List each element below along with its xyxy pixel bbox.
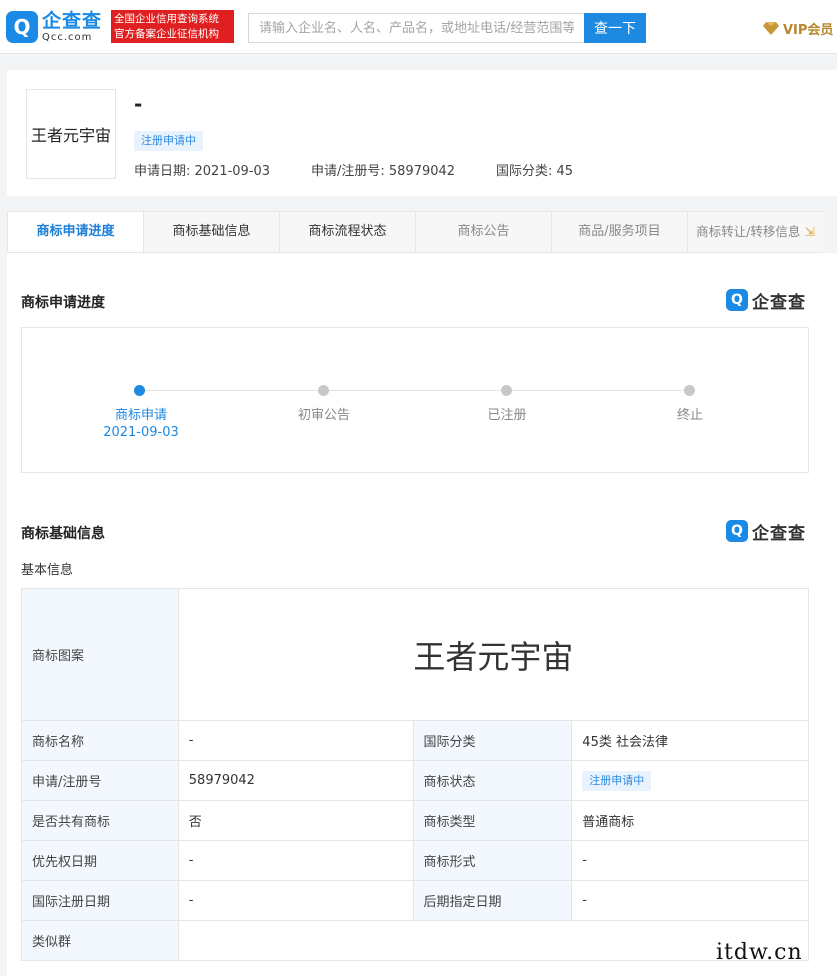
tab-goods-services[interactable]: 商品/服务项目: [552, 212, 688, 252]
table-row: 商标图案 王者元宇宙: [21, 588, 810, 721]
official-badge: 全国企业信用查询系统 官方备案企业征信机构: [111, 10, 234, 43]
table-label: 商标状态: [412, 760, 573, 801]
tab-announcement[interactable]: 商标公告: [416, 212, 552, 252]
table-value: 注册申请中: [571, 760, 809, 801]
site-watermark: itdw.cn: [716, 940, 803, 965]
vip-link[interactable]: VIP会员: [763, 17, 833, 39]
logo-cn-text: 企查查: [42, 9, 103, 32]
table-value: -: [177, 840, 414, 881]
qcc-watermark-text: 企查查: [752, 292, 806, 313]
tab-transfer-info[interactable]: 商标转让/转移信息 ⇲: [688, 212, 823, 252]
table-value: -: [177, 880, 414, 921]
step-date-applied: 2021-09-03: [103, 425, 179, 440]
table-row: 是否共有商标 否 商标类型 普通商标: [21, 800, 809, 841]
search-button[interactable]: 查一下: [584, 13, 646, 43]
table-value: -: [177, 720, 414, 761]
basic-info-subtitle: 基本信息: [21, 563, 74, 578]
logo-en-text: Qcc.com: [42, 31, 93, 43]
table-row: 申请/注册号 58979042 商标状态 注册申请中: [21, 760, 809, 801]
timeline-line: [140, 390, 690, 391]
table-label: 国际分类: [412, 720, 573, 761]
section-title-basic-info: 商标基础信息: [21, 526, 105, 542]
tab-transfer-label: 商标转让/转移信息: [696, 224, 801, 239]
detail-tabs: 商标申请进度 商标基础信息 商标流程状态 商标公告 商品/服务项目 商标转让/转…: [7, 211, 823, 253]
qcc-watermark-2: Q 企查查: [726, 519, 806, 544]
table-label: 商标名称: [21, 720, 179, 761]
status-badge: 注册申请中: [134, 131, 203, 151]
top-header: Q 企查查 Qcc.com 全国企业信用查询系统 官方备案企业征信机构 查一下 …: [0, 0, 837, 54]
table-row: 优先权日期 - 商标形式 -: [21, 840, 809, 881]
table-value: 58979042: [177, 760, 414, 801]
qcc-logo-icon: Q: [726, 289, 748, 311]
trademark-name: -: [134, 92, 143, 116]
status-badge: 注册申请中: [582, 770, 652, 791]
table-value: 普通商标: [571, 800, 809, 841]
step-dot-preliminary: [318, 385, 329, 396]
tab-process-status[interactable]: 商标流程状态: [280, 212, 416, 252]
diamond-icon: [763, 22, 779, 35]
tab-basic-info[interactable]: 商标基础信息: [144, 212, 280, 252]
table-label: 是否共有商标: [21, 800, 179, 841]
trademark-thumbnail[interactable]: 王者元宇宙: [26, 89, 116, 179]
logo-icon: Q: [6, 11, 38, 43]
basic-info-table: 商标图案 王者元宇宙 商标名称 - 国际分类 45类 社会法律 申请/注册号 5…: [21, 588, 810, 961]
table-label: 后期指定日期: [412, 880, 573, 921]
vip-label: VIP会员: [783, 22, 834, 38]
qcc-logo-icon: Q: [726, 520, 748, 542]
step-label-applied: 商标申请: [114, 408, 168, 423]
qcc-watermark: Q 企查查: [726, 288, 806, 313]
table-row: 类似群: [21, 920, 810, 961]
table-row: 商标名称 - 国际分类 45类 社会法律: [21, 720, 809, 761]
table-label: 类似群: [21, 920, 179, 961]
table-value: 否: [177, 800, 414, 841]
table-label: 商标图案: [21, 588, 179, 721]
step-dot-registered: [501, 385, 512, 396]
step-dot-applied: [134, 385, 145, 396]
table-label: 优先权日期: [21, 840, 179, 881]
tab-application-progress[interactable]: 商标申请进度: [8, 212, 144, 252]
trademark-summary-card: 王者元宇宙 - 注册申请中 申请日期: 2021-09-03 申请/注册号: 5…: [7, 70, 837, 196]
apply-date: 申请日期: 2021-09-03: [134, 164, 271, 179]
table-value: [177, 920, 810, 961]
step-label-preliminary: 初审公告: [297, 408, 351, 423]
table-value: -: [571, 840, 809, 881]
reg-number: 申请/注册号: 58979042: [311, 164, 456, 179]
table-value: -: [571, 880, 809, 921]
step-label-terminated: 终止: [676, 408, 704, 423]
expand-arrow-icon: ⇲: [804, 224, 815, 239]
site-logo[interactable]: Q 企查查 Qcc.com: [6, 9, 106, 45]
step-label-registered: 已注册: [487, 408, 527, 423]
badge-line-1: 全国企业信用查询系统: [114, 13, 219, 25]
section-title-progress: 商标申请进度: [21, 295, 105, 311]
table-label: 申请/注册号: [21, 760, 179, 801]
table-label: 国际注册日期: [21, 880, 179, 921]
progress-timeline: 商标申请 2021-09-03 初审公告 已注册 终止: [21, 327, 809, 473]
qcc-watermark-text: 企查查: [752, 523, 806, 544]
table-label: 商标类型: [412, 800, 573, 841]
badge-line-2: 官方备案企业征信机构: [114, 28, 219, 40]
table-label: 商标形式: [412, 840, 573, 881]
table-value: 45类 社会法律: [571, 720, 809, 761]
search-input[interactable]: [248, 13, 584, 43]
step-dot-terminated: [684, 385, 695, 396]
trademark-image[interactable]: 王者元宇宙: [177, 588, 810, 721]
table-row: 国际注册日期 - 后期指定日期 -: [21, 880, 809, 921]
intl-class: 国际分类: 45: [496, 164, 574, 179]
